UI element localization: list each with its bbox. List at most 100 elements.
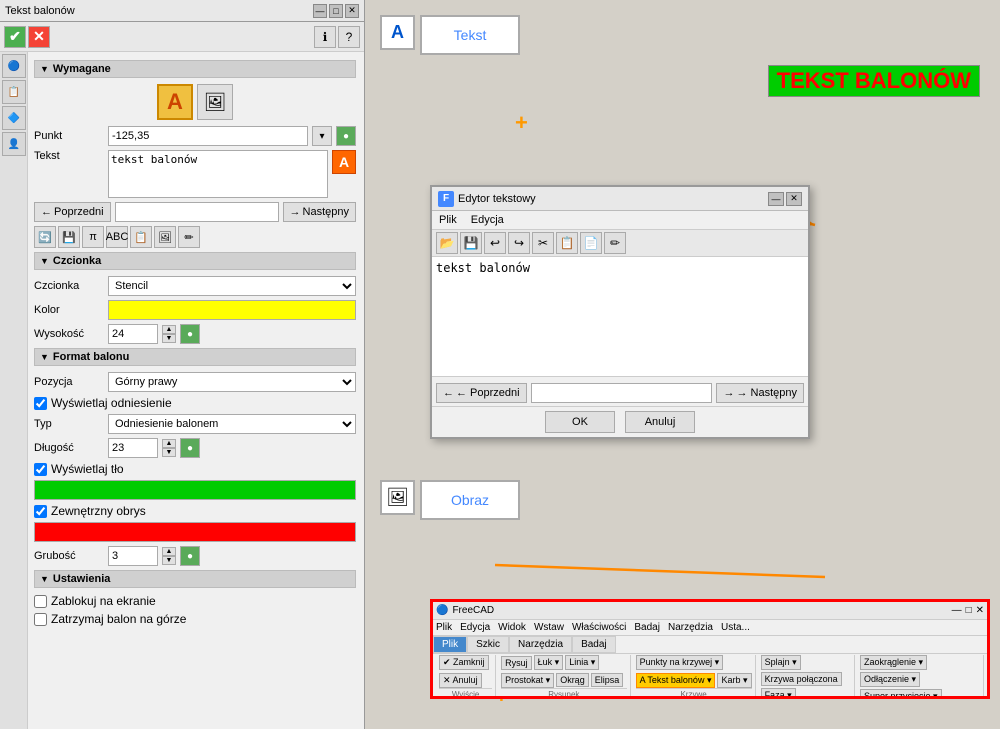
side-icon-2[interactable]: 📋 xyxy=(2,80,26,104)
typ-select[interactable]: Odniesienie balonem xyxy=(108,414,356,434)
grubosc-down[interactable]: ▼ xyxy=(162,556,176,565)
bt-btn-tekst-balonow[interactable]: A Tekst balonów ▾ xyxy=(636,673,716,688)
dlugosc-up[interactable]: ▲ xyxy=(162,439,176,448)
side-icon-3[interactable]: 🔷 xyxy=(2,106,26,130)
editor-ok-btn[interactable]: OK xyxy=(545,411,615,433)
bt-menu-usta[interactable]: Usta... xyxy=(721,622,750,633)
editor-minimize[interactable]: — xyxy=(768,192,784,206)
zewnetrzny-checkbox[interactable] xyxy=(34,505,47,518)
cancel-button[interactable]: ✕ xyxy=(28,26,50,48)
dlugosc-action[interactable]: ● xyxy=(180,438,200,458)
side-icon-1[interactable]: 🔵 xyxy=(2,54,26,78)
editor-copy[interactable]: 📋 xyxy=(556,232,578,254)
editor-cancel-btn[interactable]: Anuluj xyxy=(625,411,695,433)
edit-btn-4[interactable]: ABC xyxy=(106,226,128,248)
bt-menu-plik[interactable]: Plik xyxy=(436,622,452,633)
menu-edycja[interactable]: Edycja xyxy=(468,213,507,227)
bt-tab-narzedzia[interactable]: Narzędzia xyxy=(509,636,572,653)
bt-btn-karb[interactable]: Karb ▾ xyxy=(717,673,751,688)
wyswietlaj-tlo-row: Wyświetlaj tło xyxy=(34,462,356,476)
grubosc-action[interactable]: ● xyxy=(180,546,200,566)
pozycja-select[interactable]: Górny prawy xyxy=(108,372,356,392)
bt-btn-okrag[interactable]: Okrąg xyxy=(556,673,589,687)
bt-btn-odlaczenie[interactable]: Odłączenie ▾ xyxy=(860,672,920,687)
bt-menu-wstaw[interactable]: Wstaw xyxy=(534,622,564,633)
editor-redo[interactable]: ↪ xyxy=(508,232,530,254)
kolor-swatch[interactable] xyxy=(108,300,356,320)
punkt-input[interactable]: -125,35 xyxy=(108,126,308,146)
bt-btn-super[interactable]: Super przyciecie ▾ xyxy=(860,689,942,699)
punkt-dropdown[interactable]: ▾ xyxy=(312,126,332,146)
bt-btn-linia[interactable]: Linia ▾ xyxy=(565,655,599,670)
bt-btn-zamknij[interactable]: ✔ Zamknij xyxy=(439,655,489,670)
editor-close[interactable]: ✕ xyxy=(786,192,802,206)
bt-menu-badaj[interactable]: Badaj xyxy=(634,622,660,633)
zatrzymaj-checkbox[interactable] xyxy=(34,613,47,626)
editor-prev-btn[interactable]: ← ← Poprzedni xyxy=(436,383,527,403)
menu-plik[interactable]: Plik xyxy=(436,213,460,227)
editor-textarea[interactable]: tekst balonów xyxy=(432,257,808,377)
bt-btn-elipsa[interactable]: Elipsa xyxy=(591,673,624,687)
wyswietlaj-tlo-checkbox[interactable] xyxy=(34,463,47,476)
obrys-swatch[interactable] xyxy=(34,522,356,542)
editor-undo[interactable]: ↩ xyxy=(484,232,506,254)
tlo-swatch[interactable] xyxy=(34,480,356,500)
edit-btn-5[interactable]: 📋 xyxy=(130,226,152,248)
editor-nav-input[interactable] xyxy=(531,383,713,403)
editor-clear[interactable]: ✏ xyxy=(604,232,626,254)
help-button[interactable]: ? xyxy=(338,26,360,48)
bt-btn-rysuj[interactable]: Rysuj xyxy=(501,656,532,670)
icon-a[interactable]: A xyxy=(157,84,193,120)
bt-menu-narzedzia[interactable]: Narzędzia xyxy=(668,622,713,633)
grubosc-up[interactable]: ▲ xyxy=(162,547,176,556)
side-icon-4[interactable]: 👤 xyxy=(2,132,26,156)
bt-menu-edycja[interactable]: Edycja xyxy=(460,622,490,633)
bt-btn-faza[interactable]: Faza ▾ xyxy=(761,688,796,699)
edit-btn-6[interactable]: 🖼 xyxy=(154,226,176,248)
bt-tab-badaj[interactable]: Badaj xyxy=(572,636,616,653)
nav-input[interactable] xyxy=(115,202,279,222)
bt-btn-prostokat[interactable]: Prostokat ▾ xyxy=(501,673,554,688)
edit-btn-3[interactable]: π xyxy=(82,226,104,248)
tekst-row: Tekst tekst balonów A xyxy=(34,150,356,198)
bt-btn-zaokraglenie[interactable]: Zaokrąglenie ▾ xyxy=(860,655,927,670)
prev-button[interactable]: ← Poprzedni xyxy=(34,202,111,222)
editor-paste[interactable]: 📄 xyxy=(580,232,602,254)
dlugosc-input[interactable] xyxy=(108,438,158,458)
bt-btn-splajn[interactable]: Splajn ▾ xyxy=(761,655,801,670)
close-button[interactable]: ✕ xyxy=(345,4,359,18)
wyswietlaj-checkbox[interactable] xyxy=(34,397,47,410)
wysokosc-down[interactable]: ▼ xyxy=(162,334,176,343)
minimize-button[interactable]: — xyxy=(313,4,327,18)
bt-menu-wlasciwosci[interactable]: Właściwości xyxy=(572,622,626,633)
zablokuj-checkbox[interactable] xyxy=(34,595,47,608)
edit-btn-1[interactable]: 🔄 xyxy=(34,226,56,248)
bt-btn-krzywa[interactable]: Krzywa połączona xyxy=(761,672,842,686)
wysokosc-action[interactable]: ● xyxy=(180,324,200,344)
grubosc-input[interactable] xyxy=(108,546,158,566)
bt-btn-punkty[interactable]: Punkty na krzywej ▾ xyxy=(636,655,724,670)
bt-btn-luk[interactable]: Łuk ▾ xyxy=(534,655,564,670)
edit-btn-7[interactable]: ✏ xyxy=(178,226,200,248)
info-button[interactable]: ℹ xyxy=(314,26,336,48)
punkt-action[interactable]: ● xyxy=(336,126,356,146)
bt-btn-anuluj[interactable]: ✕ Anuluj xyxy=(439,673,482,688)
bt-tab-szkic[interactable]: Szkic xyxy=(467,636,509,653)
tekst-textarea[interactable]: tekst balonów xyxy=(108,150,328,198)
dlugosc-down[interactable]: ▼ xyxy=(162,448,176,457)
czcionka-select[interactable]: Stencil xyxy=(108,276,356,296)
next-button[interactable]: → Następny xyxy=(283,202,356,222)
editor-open[interactable]: 📂 xyxy=(436,232,458,254)
maximize-button[interactable]: □ xyxy=(329,4,343,18)
bt-menu-widok[interactable]: Widok xyxy=(498,622,526,633)
editor-next-btn[interactable]: → → Następny xyxy=(716,383,804,403)
wysokosc-input[interactable] xyxy=(108,324,158,344)
text-edit-button[interactable]: A xyxy=(332,150,356,174)
edit-btn-2[interactable]: 💾 xyxy=(58,226,80,248)
wysokosc-up[interactable]: ▲ xyxy=(162,325,176,334)
editor-save[interactable]: 💾 xyxy=(460,232,482,254)
editor-cut[interactable]: ✂ xyxy=(532,232,554,254)
icon-image[interactable]: 🖼 xyxy=(197,84,233,120)
confirm-button[interactable]: ✔ xyxy=(4,26,26,48)
bt-tab-plik[interactable]: Plik xyxy=(433,636,467,653)
